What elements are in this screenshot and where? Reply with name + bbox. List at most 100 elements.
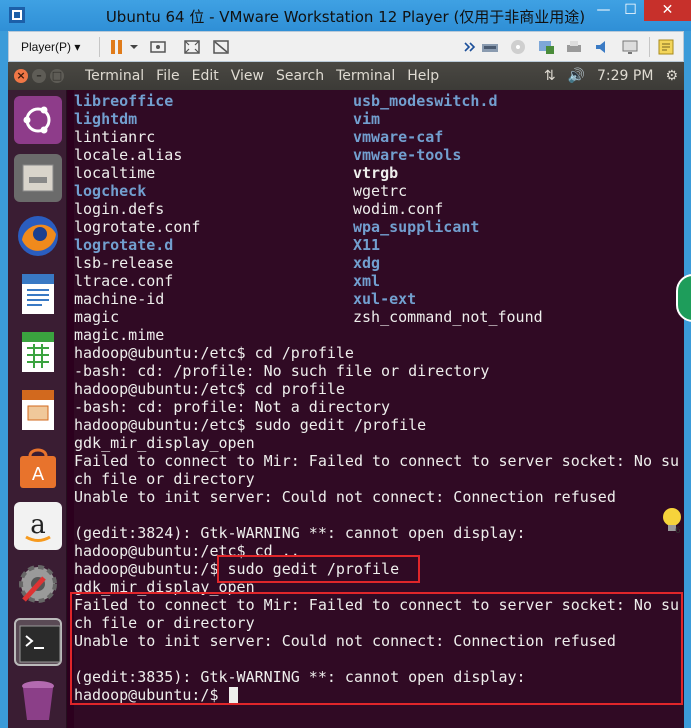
terminal-line-text: -bash: cd: /profile: No such file or dir… bbox=[74, 362, 490, 380]
terminal-line: ch file or directory bbox=[74, 470, 679, 488]
menu-terminal[interactable]: Terminal bbox=[330, 62, 401, 90]
devices-overflow-icon[interactable] bbox=[463, 38, 477, 56]
floating-assistant-icon[interactable] bbox=[676, 274, 691, 322]
listing-entry-left: lightdm bbox=[74, 110, 138, 128]
terminal-line: magic zsh_command_not_found bbox=[74, 308, 679, 326]
terminal-line: lsb-release xdg bbox=[74, 254, 679, 272]
terminal-line: logcheck wgetrc bbox=[74, 182, 679, 200]
network-icon[interactable]: ⇅ bbox=[544, 68, 556, 84]
unity-launcher: A a bbox=[8, 90, 67, 728]
listing-entry-right: zsh_command_not_found bbox=[353, 308, 543, 326]
terminal-line: libreoffice usb_modeswitch.d bbox=[74, 92, 679, 110]
terminal-close-button[interactable]: × bbox=[14, 69, 28, 83]
terminal-line: gdk_mir_display_open bbox=[74, 434, 679, 452]
listing-entry-right: usb_modeswitch.d bbox=[353, 92, 498, 110]
listing-entry-right: wodim.conf bbox=[353, 200, 444, 218]
terminal-line: -bash: cd: profile: Not a directory bbox=[74, 398, 679, 416]
menu-file[interactable]: File bbox=[150, 62, 185, 90]
display-icon[interactable] bbox=[621, 38, 639, 56]
terminal-maximize-button[interactable]: □ bbox=[50, 69, 64, 83]
terminal-line-text: ch file or directory bbox=[74, 470, 255, 488]
minimize-button[interactable]: — bbox=[590, 0, 617, 21]
close-button[interactable]: ✕ bbox=[644, 0, 691, 21]
network-adapter-icon[interactable] bbox=[481, 38, 499, 56]
menu-search[interactable]: Search bbox=[270, 62, 330, 90]
terminal-minimize-button[interactable]: – bbox=[32, 69, 46, 83]
window-title-bar[interactable]: Ubuntu 64 位 - VMware Workstation 12 Play… bbox=[0, 0, 691, 31]
usb-icon[interactable] bbox=[537, 38, 555, 56]
volume-icon[interactable]: 🔊 bbox=[568, 68, 585, 84]
terminal-line: -bash: cd: /profile: No such file or dir… bbox=[74, 362, 679, 380]
listing-entry-right: X11 bbox=[353, 236, 381, 254]
ubuntu-software-center-icon[interactable]: A bbox=[14, 444, 62, 492]
terminal-line: login.defs wodim.conf bbox=[74, 200, 679, 218]
menu-edit[interactable]: Edit bbox=[186, 62, 225, 90]
libreoffice-writer-icon[interactable] bbox=[14, 270, 62, 318]
amazon-icon[interactable]: a bbox=[14, 502, 62, 550]
listing-entry-left: magic bbox=[74, 308, 120, 326]
menu-app-terminal[interactable]: Terminal bbox=[79, 62, 150, 90]
terminal-line: magic.mime bbox=[74, 326, 679, 344]
ubuntu-dash-icon[interactable] bbox=[14, 96, 62, 144]
terminal-line-text: hadoop@ubuntu:/etc$ cd profile bbox=[74, 380, 345, 398]
listing-entry-left: logrotate.d bbox=[74, 236, 174, 254]
listing-entry-right: xml bbox=[353, 272, 381, 290]
system-settings-icon[interactable] bbox=[14, 560, 62, 608]
highlight-command-box bbox=[217, 555, 420, 583]
lightbulb-notification-icon[interactable]: 6 bbox=[660, 506, 684, 536]
terminal-line: ltrace.conf xml bbox=[74, 272, 679, 290]
terminal-app-icon[interactable] bbox=[14, 618, 62, 666]
terminal-line-text: hadoop@ubuntu:/etc$ sudo gedit /profile bbox=[74, 416, 427, 434]
terminal-line: localtime vtrgb bbox=[74, 164, 679, 182]
maximize-button[interactable]: ☐ bbox=[617, 0, 644, 21]
printer-icon[interactable] bbox=[565, 38, 583, 56]
send-ctrl-alt-del-icon[interactable] bbox=[149, 38, 167, 56]
cd-drive-icon[interactable] bbox=[509, 38, 527, 56]
libreoffice-impress-icon[interactable] bbox=[14, 386, 62, 434]
libreoffice-calc-icon[interactable] bbox=[14, 328, 62, 376]
terminal-line: logrotate.conf wpa_supplicant bbox=[74, 218, 679, 236]
toolbar-divider bbox=[649, 37, 650, 57]
listing-entry-right: xul-ext bbox=[353, 290, 417, 308]
player-menu-button[interactable]: Player(P) ▾ bbox=[17, 38, 84, 56]
menu-help[interactable]: Help bbox=[401, 62, 445, 90]
ubuntu-top-panel: × – □ Terminal File Edit View Search Ter… bbox=[8, 62, 684, 90]
listing-entry-right: vmware-caf bbox=[353, 128, 444, 146]
settings-gear-icon[interactable]: ⚙ bbox=[665, 68, 678, 84]
pause-icon[interactable] bbox=[108, 38, 126, 56]
listing-entry-right: wpa_supplicant bbox=[353, 218, 480, 236]
listing-entry-left: ltrace.conf bbox=[74, 272, 174, 290]
terminal-line: (gedit:3824): Gtk-WARNING **: cannot ope… bbox=[74, 524, 679, 542]
terminal-line-text: -bash: cd: profile: Not a directory bbox=[74, 398, 391, 416]
message-log-icon[interactable] bbox=[657, 38, 675, 56]
terminal-line: hadoop@ubuntu:/etc$ cd profile bbox=[74, 380, 679, 398]
terminal-line: hadoop@ubuntu:/etc$ cd /profile bbox=[74, 344, 679, 362]
menu-view[interactable]: View bbox=[225, 62, 270, 90]
files-icon[interactable] bbox=[14, 154, 62, 202]
listing-entry-right: wgetrc bbox=[353, 182, 408, 200]
listing-entry-left: logcheck bbox=[74, 182, 147, 200]
listing-entry-left: libreoffice bbox=[74, 92, 174, 110]
terminal-menubar: Terminal File Edit View Search Terminal … bbox=[79, 62, 445, 90]
firefox-icon[interactable] bbox=[14, 212, 62, 260]
listing-entry-right: vtrgb bbox=[353, 164, 399, 182]
trash-icon[interactable] bbox=[14, 676, 62, 724]
terminal-line-text: gdk_mir_display_open bbox=[74, 434, 255, 452]
terminal-line-text: Failed to connect to Mir: Failed to conn… bbox=[74, 452, 680, 470]
terminal-line-text: hadoop@ubuntu:/etc$ cd /profile bbox=[74, 344, 354, 362]
svg-text:A: A bbox=[32, 464, 45, 485]
terminal-line: Failed to connect to Mir: Failed to conn… bbox=[74, 452, 679, 470]
fullscreen-icon[interactable] bbox=[183, 38, 201, 56]
listing-entry-left: magic.mime bbox=[74, 326, 165, 344]
clock[interactable]: 7:29 PM bbox=[597, 68, 653, 84]
terminal-line: Unable to init server: Could not connect… bbox=[74, 488, 679, 506]
pause-dropdown-icon[interactable] bbox=[129, 38, 147, 56]
sound-card-icon[interactable] bbox=[593, 38, 611, 56]
unity-icon[interactable] bbox=[212, 38, 230, 56]
window-title: Ubuntu 64 位 - VMware Workstation 12 Play… bbox=[105, 8, 586, 26]
terminal-line-text: (gedit:3824): Gtk-WARNING **: cannot ope… bbox=[74, 524, 526, 542]
terminal-line: lintianrc vmware-caf bbox=[74, 128, 679, 146]
listing-entry-left: login.defs bbox=[74, 200, 165, 218]
terminal-line: logrotate.d X11 bbox=[74, 236, 679, 254]
